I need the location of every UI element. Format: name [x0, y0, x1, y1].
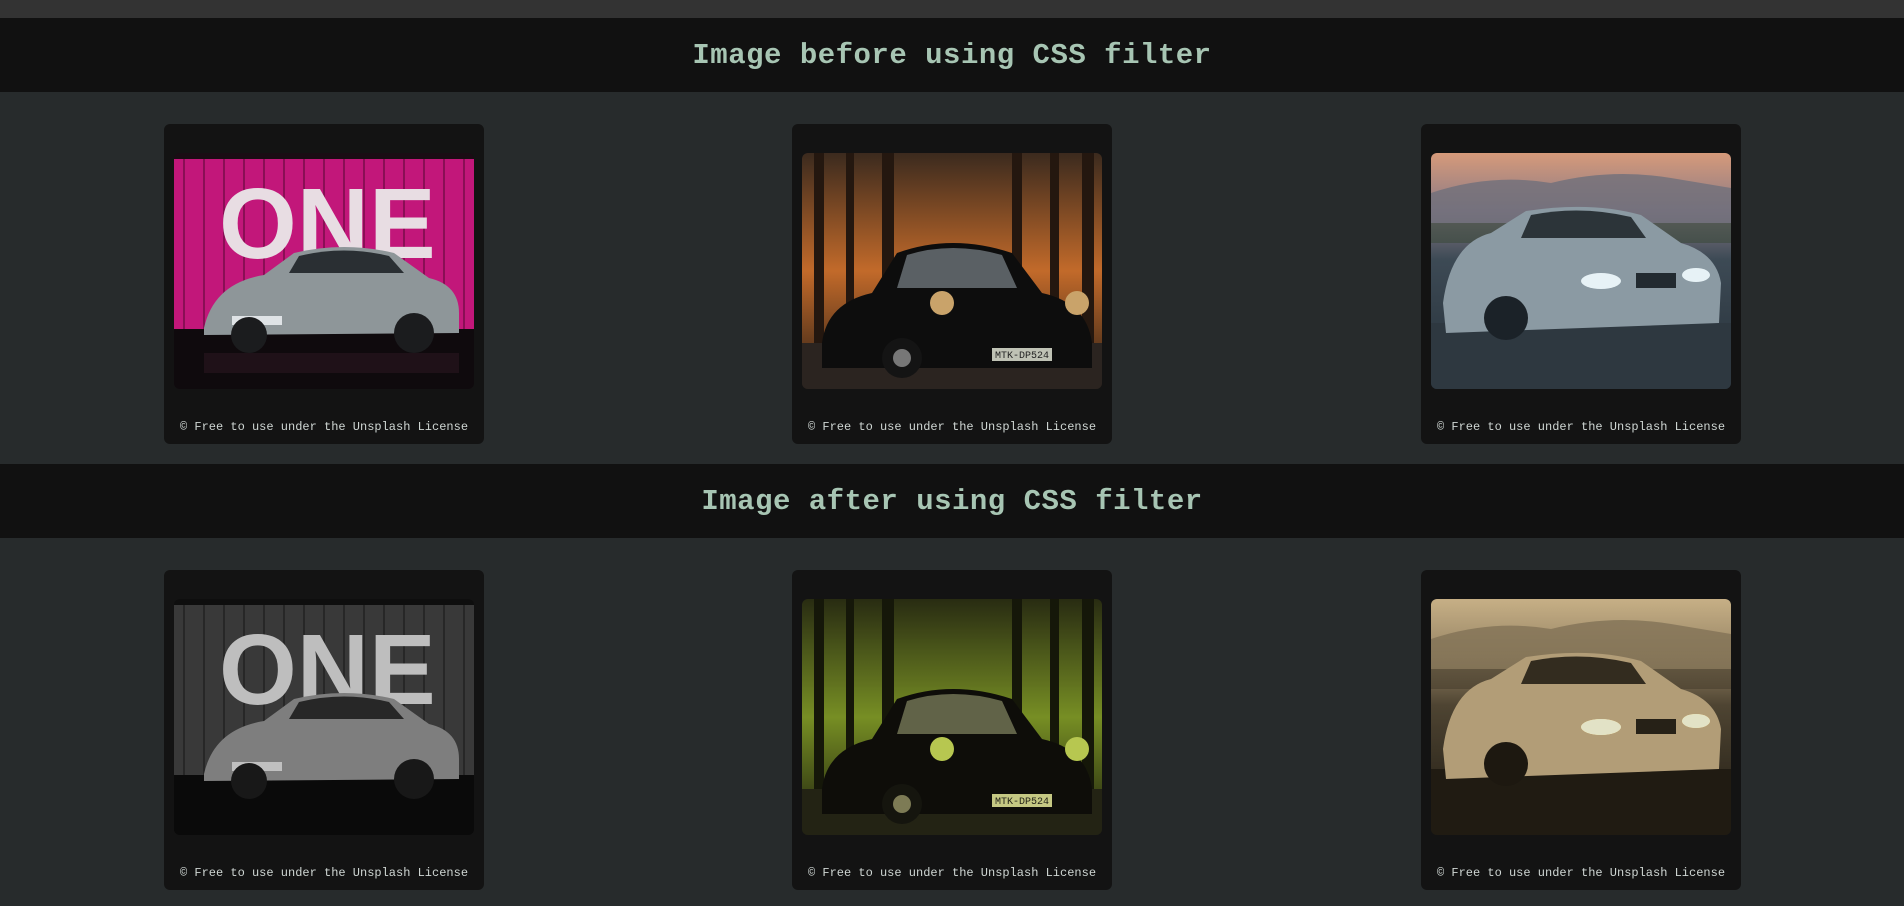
license-plate-text: MTK-DP524 [995, 797, 1049, 808]
license-plate-text: MTK-DP524 [995, 351, 1049, 362]
top-bar [0, 0, 1904, 18]
image-card: MTK-DP524 © Free to use under the Unspla… [792, 570, 1112, 890]
car-photo-bmw-filtered [1431, 599, 1731, 835]
car-photo-maserati: ONE [174, 153, 474, 389]
section-header-after: Image after using CSS filter [0, 464, 1904, 538]
image-card: ONE © Free to use under the Unsplash Lic… [164, 570, 484, 890]
section-title-after: Image after using CSS filter [701, 484, 1203, 518]
license-caption: © Free to use under the Unsplash License [807, 420, 1097, 434]
section-title-before: Image before using CSS filter [692, 38, 1212, 72]
car-photo-porsche-filtered: MTK-DP524 [802, 599, 1102, 835]
image-card: © Free to use under the Unsplash License [1421, 124, 1741, 444]
license-caption: © Free to use under the Unsplash License [1436, 420, 1726, 434]
car-photo-porsche: MTK-DP524 [802, 153, 1102, 389]
image-card: © Free to use under the Unsplash License [1421, 570, 1741, 890]
license-caption: © Free to use under the Unsplash License [1436, 866, 1726, 880]
license-caption: © Free to use under the Unsplash License [807, 866, 1097, 880]
car-photo-bmw [1431, 153, 1731, 389]
license-caption: © Free to use under the Unsplash License [179, 420, 469, 434]
image-card: MTK-DP524 © Free to use under the Unspla… [792, 124, 1112, 444]
section-header-before: Image before using CSS filter [0, 18, 1904, 92]
image-card: ONE © Free to use under the Unsplash Lic… [164, 124, 484, 444]
license-caption: © Free to use under the Unsplash License [179, 866, 469, 880]
car-photo-maserati-filtered: ONE [174, 599, 474, 835]
